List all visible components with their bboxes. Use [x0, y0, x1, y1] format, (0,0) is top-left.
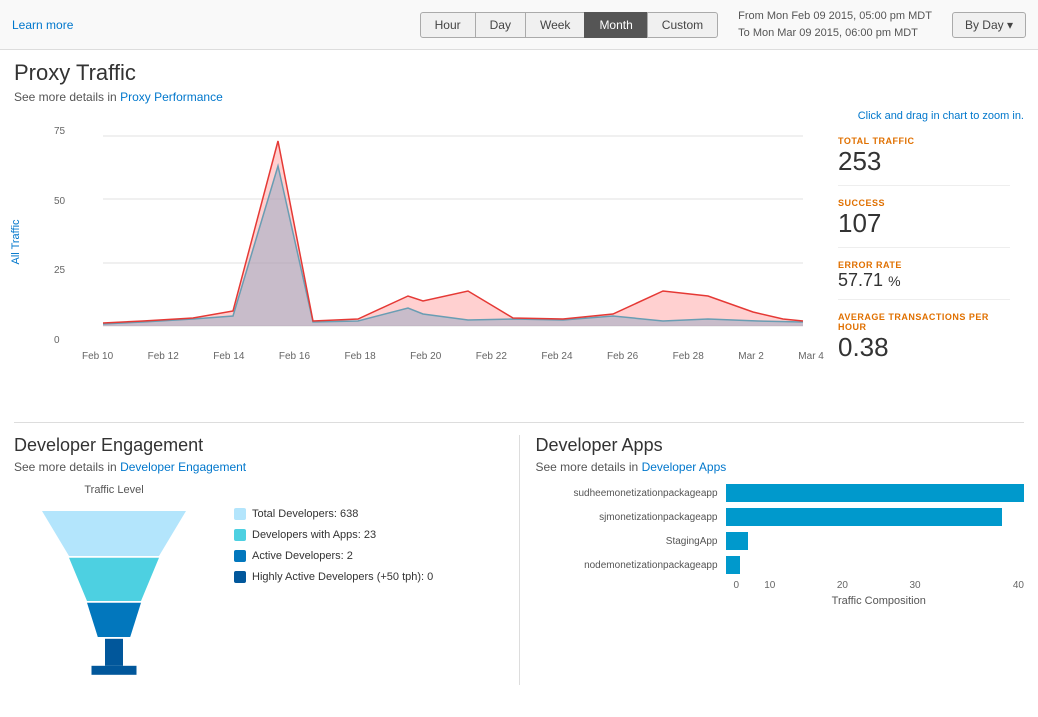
dev-engagement-subtitle: See more details in Developer Engagement	[14, 460, 503, 474]
y-axis-labels: 75 50 25 0	[54, 126, 65, 346]
dev-engagement-link[interactable]: Developer Engagement	[120, 460, 246, 474]
traffic-chart-wrapper: 75 50 25 0	[14, 126, 824, 406]
dev-apps-title: Developer Apps	[536, 435, 1025, 456]
bar-row: nodemonetizationpackageapp	[536, 556, 1025, 574]
week-button[interactable]: Week	[525, 12, 585, 38]
stats-panel: TOTAL TRAFFIC 253 SUCCESS 107 ERROR RATE…	[824, 126, 1024, 406]
time-button-group: Hour Day Week Month Custom	[420, 12, 719, 38]
bar-fill	[726, 532, 748, 550]
day-button[interactable]: Day	[475, 12, 526, 38]
bar-track	[726, 556, 1025, 574]
proxy-performance-link[interactable]: Proxy Performance	[120, 90, 223, 104]
funnel-chart: Traffic Level	[14, 484, 214, 685]
bar-track	[726, 532, 1025, 550]
developer-engagement-section: Developer Engagement See more details in…	[14, 435, 520, 685]
month-button[interactable]: Month	[584, 12, 647, 38]
traffic-chart-svg	[82, 126, 824, 346]
error-rate-stat: ERROR RATE 57.71 %	[838, 260, 1010, 300]
traffic-section: 75 50 25 0	[14, 126, 1024, 406]
dev-apps-link[interactable]: Developer Apps	[642, 460, 727, 474]
dev-engagement-title: Developer Engagement	[14, 435, 503, 456]
proxy-traffic-subtitle: See more details in Proxy Performance	[14, 90, 1024, 104]
bar-row: sjmonetizationpackageapp	[536, 508, 1025, 526]
chart-hint: Click and drag in chart to zoom in.	[14, 110, 1024, 122]
main-content: Proxy Traffic See more details in Proxy …	[0, 50, 1038, 695]
custom-button[interactable]: Custom	[647, 12, 718, 38]
bar-x-axis: 0 10 20 30 40	[734, 580, 1025, 591]
bottom-row: Developer Engagement See more details in…	[14, 422, 1024, 685]
bar-fill	[726, 556, 741, 574]
bar-track	[726, 484, 1025, 502]
learn-more-link[interactable]: Learn more	[12, 18, 73, 32]
proxy-traffic-title: Proxy Traffic	[14, 60, 1024, 86]
bar-track	[726, 508, 1025, 526]
funnel-legend: Total Developers: 638 Developers with Ap…	[234, 504, 433, 588]
developer-apps-section: Developer Apps See more details in Devel…	[520, 435, 1025, 685]
total-traffic-stat: TOTAL TRAFFIC 253	[838, 136, 1010, 186]
bar-row: StagingApp	[536, 532, 1025, 550]
bar-row: sudheemonetizationpackageapp	[536, 484, 1025, 502]
bar-fill	[726, 484, 1025, 502]
bar-fill	[726, 508, 1002, 526]
funnel-area: Traffic Level	[14, 484, 503, 685]
by-day-button[interactable]: By Day ▾	[952, 12, 1026, 38]
bar-chart: sudheemonetizationpackageapp sjmonetizat…	[536, 484, 1025, 607]
dev-apps-subtitle: See more details in Developer Apps	[536, 460, 1025, 474]
y-axis-label: All Traffic	[10, 219, 22, 264]
bar-chart-xlabel: Traffic Composition	[734, 595, 1025, 607]
hour-button[interactable]: Hour	[420, 12, 476, 38]
x-axis-labels: Feb 10Feb 12Feb 14Feb 16Feb 18Feb 20Feb …	[82, 351, 824, 362]
funnel-svg	[24, 502, 204, 682]
avg-tx-stat: AVERAGE TRANSACTIONS PER HOUR 0.38	[838, 312, 1010, 371]
top-bar: Learn more Hour Day Week Month Custom Fr…	[0, 0, 1038, 50]
success-stat: SUCCESS 107	[838, 198, 1010, 248]
date-range: From Mon Feb 09 2015, 05:00 pm MDT To Mo…	[738, 8, 932, 41]
